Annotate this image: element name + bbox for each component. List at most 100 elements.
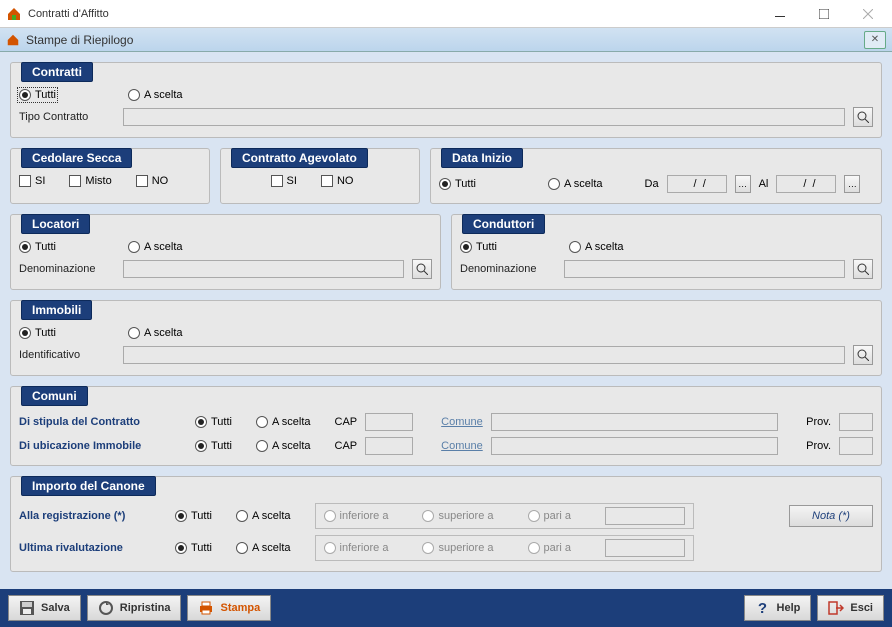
lookup-locatori[interactable] — [412, 259, 432, 279]
panel-data-inizio: Data Inizio Tutti A scelta Da … Al … — [430, 148, 882, 204]
panel-comuni: Comuni Di stipula del Contratto Tutti A … — [10, 386, 882, 466]
radio-riv-superiore: superiore a — [422, 542, 493, 554]
exit-icon — [828, 600, 844, 616]
label-prov: Prov. — [806, 440, 831, 452]
radio-conduttori-ascelta[interactable]: A scelta — [569, 241, 624, 253]
radio-datainizio-ascelta[interactable]: A scelta — [548, 178, 603, 190]
child-window-header: Stampe di Riepilogo ✕ — [0, 28, 892, 52]
window-title: Contratti d'Affitto — [28, 8, 758, 20]
panel-legend: Contratto Agevolato — [231, 148, 368, 168]
input-stipula-prov — [839, 413, 873, 431]
esci-button[interactable]: Esci — [817, 595, 884, 621]
radio-reg-ascelta[interactable]: A scelta — [236, 510, 291, 522]
panel-legend: Conduttori — [462, 214, 545, 234]
radio-contratti-tutti[interactable]: Tutti — [19, 89, 56, 101]
radio-stipula-tutti[interactable]: Tutti — [195, 416, 232, 428]
check-agevolato-si[interactable]: SI — [271, 175, 297, 187]
lookup-conduttori[interactable] — [853, 259, 873, 279]
child-window-icon — [6, 33, 20, 47]
child-window-close-button[interactable]: ✕ — [864, 31, 886, 49]
label-tipo-contratto: Tipo Contratto — [19, 111, 115, 123]
nota-button[interactable]: Nota (*) — [789, 505, 873, 527]
label-conduttori-denom: Denominazione — [460, 263, 556, 275]
panel-legend: Data Inizio — [441, 148, 523, 168]
input-stipula-comune — [491, 413, 778, 431]
label-prov: Prov. — [806, 416, 831, 428]
input-data-al — [776, 175, 836, 193]
child-window-title: Stampe di Riepilogo — [26, 33, 864, 47]
radio-riv-ascelta[interactable]: A scelta — [236, 542, 291, 554]
label-ubicazione: Di ubicazione Immobile — [19, 440, 187, 452]
check-cedolare-misto[interactable]: Misto — [69, 175, 111, 187]
label-da: Da — [645, 178, 659, 190]
panel-agevolato: Contratto Agevolato SI NO — [220, 148, 420, 204]
radio-conduttori-tutti[interactable]: Tutti — [460, 241, 497, 253]
footer-toolbar: Salva Ripristina Stampa ? Help Esci — [0, 589, 892, 627]
input-ubicazione-cap — [365, 437, 413, 455]
radio-locatori-tutti[interactable]: Tutti — [19, 241, 56, 253]
form-content: Contratti Tutti A scelta Tipo Contratto … — [0, 52, 892, 589]
link-comune-ubicazione[interactable]: Comune — [441, 440, 483, 452]
label-cap: CAP — [335, 440, 358, 452]
input-reg-importo — [605, 507, 685, 525]
check-cedolare-no[interactable]: NO — [136, 175, 169, 187]
refresh-icon — [98, 600, 114, 616]
lookup-tipo-contratto[interactable] — [853, 107, 873, 127]
label-registrazione: Alla registrazione (*) — [19, 510, 167, 522]
radio-reg-inferiore: inferiore a — [324, 510, 389, 522]
radio-datainizio-tutti[interactable]: Tutti — [439, 178, 476, 190]
panel-legend: Importo del Canone — [21, 476, 156, 496]
lookup-immobili[interactable] — [853, 345, 873, 365]
panel-cedolare: Cedolare Secca SI Misto NO — [10, 148, 210, 204]
panel-legend: Contratti — [21, 62, 93, 82]
input-ubicazione-comune — [491, 437, 778, 455]
app-icon — [6, 6, 22, 22]
input-tipo-contratto — [123, 108, 845, 126]
input-riv-importo — [605, 539, 685, 557]
radio-ubicazione-ascelta[interactable]: A scelta — [256, 440, 311, 452]
window-titlebar: Contratti d'Affitto — [0, 0, 892, 28]
datepicker-da[interactable]: … — [735, 175, 751, 193]
check-cedolare-si[interactable]: SI — [19, 175, 45, 187]
input-ubicazione-prov — [839, 437, 873, 455]
label-locatori-denom: Denominazione — [19, 263, 115, 275]
panel-canone: Importo del Canone Alla registrazione (*… — [10, 476, 882, 572]
radio-stipula-ascelta[interactable]: A scelta — [256, 416, 311, 428]
window-close-button[interactable] — [846, 2, 890, 26]
radio-ubicazione-tutti[interactable]: Tutti — [195, 440, 232, 452]
panel-immobili: Immobili Tutti A scelta Identificativo — [10, 300, 882, 376]
radio-immobili-ascelta[interactable]: A scelta — [128, 327, 183, 339]
panel-contratti: Contratti Tutti A scelta Tipo Contratto — [10, 62, 882, 138]
input-locatori-denom — [123, 260, 404, 278]
label-rivalutazione: Ultima rivalutazione — [19, 542, 167, 554]
salva-button[interactable]: Salva — [8, 595, 81, 621]
panel-legend: Comuni — [21, 386, 88, 406]
help-icon: ? — [755, 600, 771, 616]
radio-locatori-ascelta[interactable]: A scelta — [128, 241, 183, 253]
panel-legend: Cedolare Secca — [21, 148, 132, 168]
radio-reg-superiore: superiore a — [422, 510, 493, 522]
datepicker-al[interactable]: … — [844, 175, 860, 193]
radio-riv-pari: pari a — [528, 542, 572, 554]
radio-contratti-ascelta[interactable]: A scelta — [128, 89, 183, 101]
radio-reg-tutti[interactable]: Tutti — [175, 510, 212, 522]
radio-reg-pari: pari a — [528, 510, 572, 522]
panel-legend: Immobili — [21, 300, 92, 320]
window-minimize-button[interactable] — [758, 2, 802, 26]
stampa-button[interactable]: Stampa — [187, 595, 271, 621]
panel-locatori: Locatori Tutti A scelta Denominazione — [10, 214, 441, 290]
radio-riv-inferiore: inferiore a — [324, 542, 389, 554]
radio-immobili-tutti[interactable]: Tutti — [19, 327, 56, 339]
panel-conduttori: Conduttori Tutti A scelta Denominazione — [451, 214, 882, 290]
help-button[interactable]: ? Help — [744, 595, 812, 621]
label-identificativo: Identificativo — [19, 349, 115, 361]
input-stipula-cap — [365, 413, 413, 431]
window-maximize-button[interactable] — [802, 2, 846, 26]
check-agevolato-no[interactable]: NO — [321, 175, 354, 187]
link-comune-stipula[interactable]: Comune — [441, 416, 483, 428]
radio-riv-tutti[interactable]: Tutti — [175, 542, 212, 554]
ripristina-button[interactable]: Ripristina — [87, 595, 182, 621]
input-conduttori-denom — [564, 260, 845, 278]
panel-legend: Locatori — [21, 214, 90, 234]
label-cap: CAP — [335, 416, 358, 428]
